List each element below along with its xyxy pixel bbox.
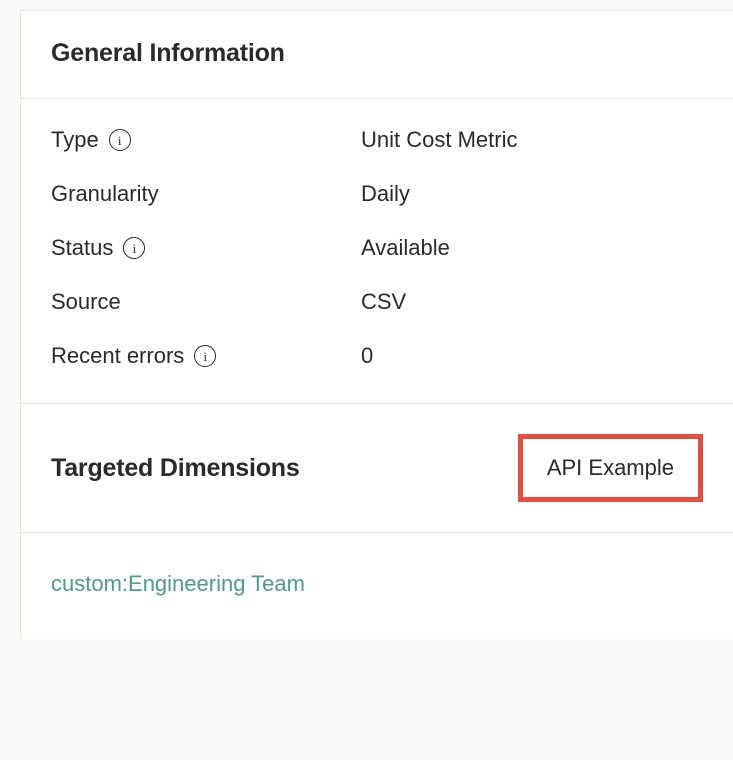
api-example-button[interactable]: API Example [518, 434, 703, 502]
type-value: Unit Cost Metric [361, 127, 517, 153]
row-source: Source CSV [51, 289, 703, 315]
label-col: Granularity [51, 181, 361, 207]
label-col: Recent errors i [51, 343, 361, 369]
dimensions-body: custom:Engineering Team [21, 533, 733, 639]
targeted-dimensions-title: Targeted Dimensions [51, 454, 300, 483]
source-label: Source [51, 289, 121, 315]
general-info-header: General Information [21, 11, 733, 99]
status-label: Status [51, 235, 113, 261]
row-status: Status i Available [51, 235, 703, 261]
row-type: Type i Unit Cost Metric [51, 127, 703, 153]
status-value: Available [361, 235, 450, 261]
info-icon[interactable]: i [194, 345, 216, 367]
row-granularity: Granularity Daily [51, 181, 703, 207]
info-rows: Type i Unit Cost Metric Granularity Dail… [21, 99, 733, 404]
granularity-label: Granularity [51, 181, 159, 207]
info-icon[interactable]: i [109, 129, 131, 151]
label-col: Source [51, 289, 361, 315]
info-card: General Information Type i Unit Cost Met… [20, 10, 733, 639]
targeted-dimensions-header: Targeted Dimensions API Example [21, 404, 733, 533]
type-label: Type [51, 127, 99, 153]
granularity-value: Daily [361, 181, 410, 207]
dimension-link[interactable]: custom:Engineering Team [51, 571, 305, 596]
row-recent-errors: Recent errors i 0 [51, 343, 703, 369]
info-icon[interactable]: i [123, 237, 145, 259]
label-col: Type i [51, 127, 361, 153]
general-info-title: General Information [51, 39, 703, 68]
recent-errors-label: Recent errors [51, 343, 184, 369]
source-value: CSV [361, 289, 406, 315]
label-col: Status i [51, 235, 361, 261]
recent-errors-value: 0 [361, 343, 373, 369]
